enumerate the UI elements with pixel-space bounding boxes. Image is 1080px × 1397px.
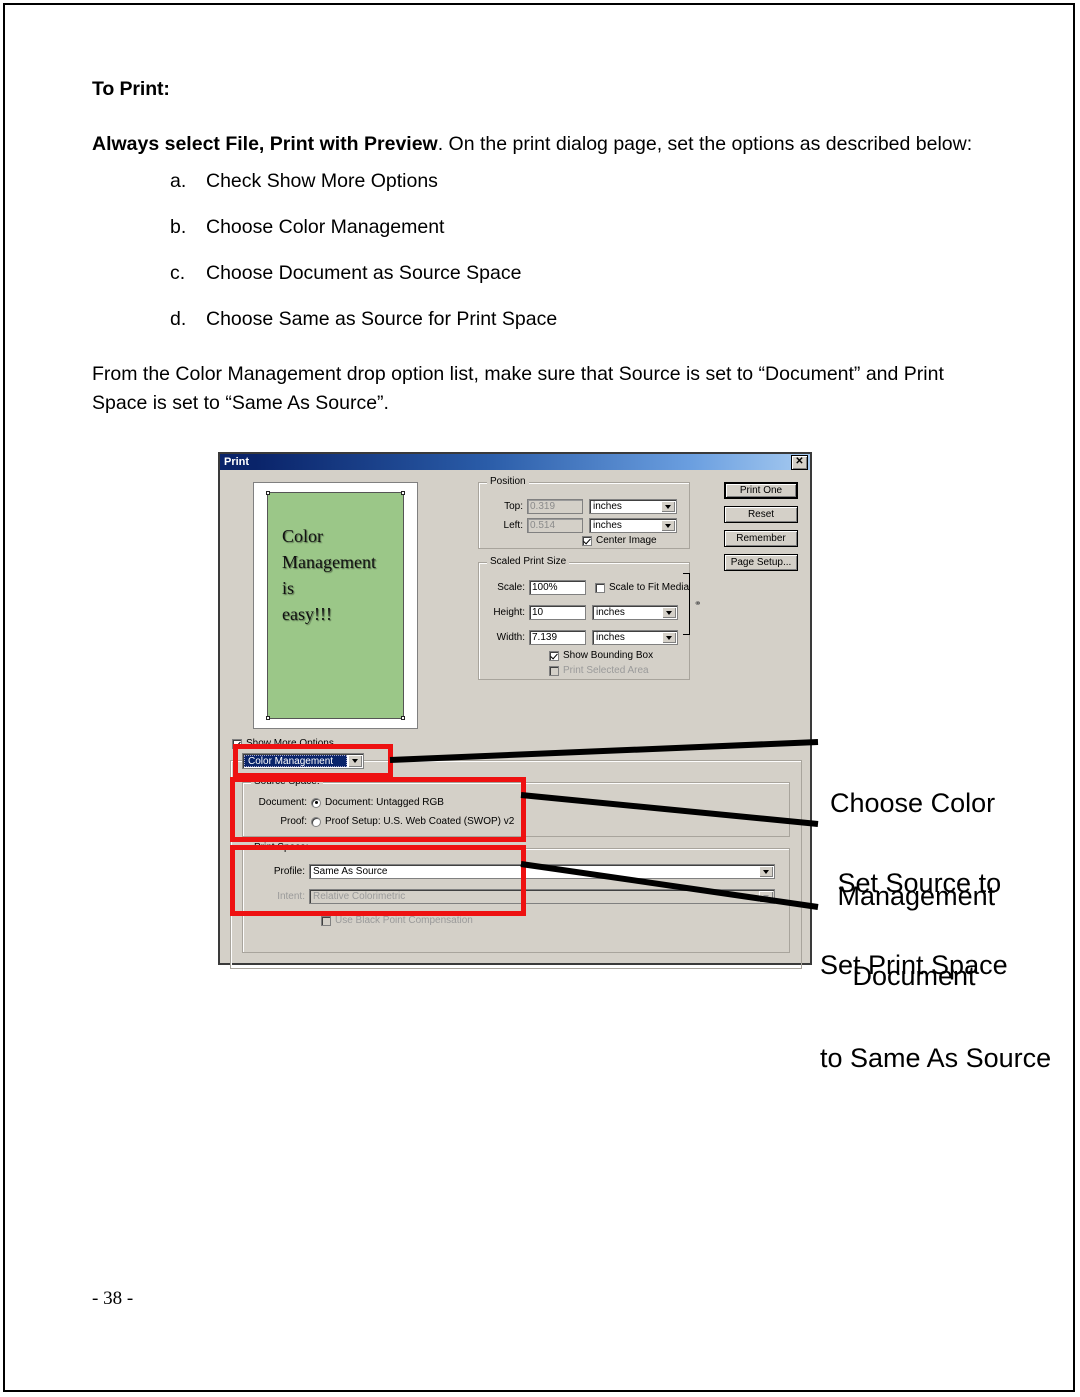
document-body: To Print: Always select File, Print with… — [92, 78, 997, 352]
bounding-box-handle[interactable] — [401, 716, 405, 720]
bounding-box-handle[interactable] — [266, 716, 270, 720]
left-units-select[interactable]: inches — [589, 518, 677, 533]
print-one-button[interactable]: Print One — [724, 482, 798, 499]
annotation-set-print-space: Set Print Space to Same As Source — [820, 888, 1051, 1136]
black-point-compensation-label: Use Black Point Compensation — [335, 915, 473, 926]
dialog-titlebar: Print ✕ — [220, 454, 810, 470]
highlight-box-source-space — [230, 777, 526, 842]
position-group-legend: Position — [487, 477, 529, 487]
bounding-box-handle[interactable] — [266, 491, 270, 495]
print-selected-area-checkbox: Print Selected Area — [549, 665, 649, 676]
position-group: Position Top: 0.319 inches Left: 0.514 i… — [478, 477, 690, 549]
print-preview-pane: Color Management is easy!!! — [253, 482, 418, 729]
step-text: Choose Color Management — [206, 216, 445, 238]
proportional-link-bracket — [683, 573, 690, 635]
left-units-value: inches — [593, 520, 622, 531]
list-item: c. Choose Document as Source Space — [92, 260, 997, 287]
preview-line-4: easy!!! — [282, 604, 332, 624]
preview-image-text: Color Management is easy!!! — [282, 523, 376, 627]
center-image-checkbox[interactable]: Center Image — [582, 535, 657, 546]
top-input[interactable]: 0.319 — [527, 499, 583, 514]
print-dialog-window: Print ✕ Color Management is easy!!! Posi… — [218, 452, 812, 969]
checkbox-box — [549, 650, 559, 661]
scale-label: Scale: — [497, 582, 525, 593]
page-number-footer: - 38 - — [92, 1288, 134, 1309]
step-marker: a. — [170, 170, 187, 192]
step-text: Choose Document as Source Space — [206, 262, 522, 284]
intro-rest-text: . On the print dialog page, set the opti… — [437, 133, 973, 155]
chevron-down-icon[interactable] — [662, 607, 676, 618]
width-input[interactable]: 7.139 — [529, 630, 586, 645]
list-item: d. Choose Same as Source for Print Space — [92, 306, 997, 333]
annotation-line-2: to Same As Source — [820, 1043, 1052, 1073]
intro-paragraph: Always select File, Print with Preview. … — [92, 131, 997, 158]
center-image-label: Center Image — [596, 535, 657, 546]
step-text: Check Show More Options — [206, 170, 438, 192]
left-input[interactable]: 0.514 — [527, 518, 583, 533]
chevron-down-icon — [759, 891, 773, 902]
link-chain-icon: ⚭ — [694, 598, 702, 608]
width-units-value: inches — [596, 632, 625, 643]
step-marker: b. — [170, 216, 187, 238]
scale-to-fit-media-label: Scale to Fit Media — [609, 582, 690, 593]
top-units-value: inches — [593, 501, 622, 512]
chevron-down-icon[interactable] — [661, 520, 675, 531]
left-label: Left: — [503, 520, 523, 531]
page-setup-button[interactable]: Page Setup... — [724, 554, 798, 571]
dialog-body: Color Management is easy!!! Position Top… — [220, 470, 810, 969]
list-item: a. Check Show More Options — [92, 168, 997, 195]
step-marker: d. — [170, 308, 187, 330]
width-label: Width: — [496, 632, 525, 643]
checkbox-box — [582, 535, 592, 546]
intro-bold-text: Always select File, Print with Preview — [92, 133, 438, 155]
bounding-box-handle[interactable] — [401, 491, 405, 495]
steps-list: a. Check Show More Options b. Choose Col… — [92, 168, 997, 333]
dialog-title: Print — [224, 455, 250, 468]
preview-line-2: Management — [282, 552, 376, 572]
close-icon[interactable]: ✕ — [791, 454, 808, 470]
preview-paper: Color Management is easy!!! — [266, 491, 406, 721]
chevron-down-icon[interactable] — [662, 632, 676, 643]
scaled-print-size-group: Scaled Print Size Scale: 100% Scale to F… — [478, 557, 690, 680]
show-bounding-box-checkbox[interactable]: Show Bounding Box — [549, 650, 653, 661]
checkbox-box — [595, 582, 605, 593]
scaled-group-legend: Scaled Print Size — [487, 557, 570, 567]
scale-input[interactable]: 100% — [529, 580, 586, 595]
chevron-down-icon[interactable] — [661, 501, 675, 512]
print-dialog-figure: Print ✕ Color Management is easy!!! Posi… — [218, 452, 1070, 1073]
checkbox-box — [549, 665, 559, 676]
print-selected-area-label: Print Selected Area — [563, 665, 649, 676]
secondary-paragraph: From the Color Management drop option li… — [92, 363, 944, 414]
highlight-box-print-space — [230, 845, 526, 916]
height-units-value: inches — [596, 607, 625, 618]
scale-to-fit-media-checkbox[interactable]: Scale to Fit Media — [595, 582, 689, 593]
height-label: Height: — [493, 607, 525, 618]
chevron-down-icon[interactable] — [759, 866, 773, 877]
preview-line-3: is — [282, 578, 295, 598]
show-bounding-box-label: Show Bounding Box — [563, 650, 654, 661]
height-units-select[interactable]: inches — [592, 605, 678, 620]
top-label: Top: — [504, 501, 523, 512]
top-units-select[interactable]: inches — [589, 499, 677, 514]
step-marker: c. — [170, 262, 186, 284]
reset-button[interactable]: Reset — [724, 506, 798, 523]
preview-line-1: Color — [282, 526, 324, 546]
remember-button[interactable]: Remember — [724, 530, 798, 547]
width-units-select[interactable]: inches — [592, 630, 678, 645]
black-point-compensation-checkbox: Use Black Point Compensation — [321, 915, 473, 926]
checkbox-box — [321, 915, 331, 926]
highlight-box-color-management — [233, 744, 393, 778]
annotation-line-1: Set Print Space — [820, 950, 1008, 980]
preview-image: Color Management is easy!!! — [266, 491, 405, 720]
list-item: b. Choose Color Management — [92, 214, 997, 241]
step-text: Choose Same as Source for Print Space — [206, 308, 558, 330]
page-title: To Print: — [92, 78, 170, 100]
height-input[interactable]: 10 — [529, 605, 586, 620]
